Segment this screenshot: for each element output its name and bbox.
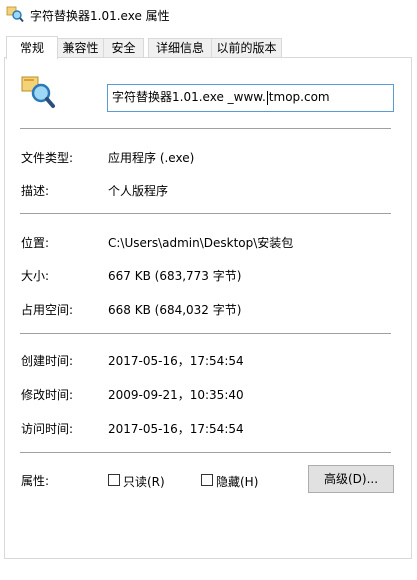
tab-compatibility[interactable]: 兼容性 [57,38,104,57]
file-name-text-start: 字符替换器1.01.exe _www. [112,90,266,104]
tab-general[interactable]: 常规 [6,36,58,59]
separator-4 [20,452,391,453]
hidden-label[interactable]: 隐藏(H) [216,473,258,490]
description-value: 个人版程序 [108,184,169,198]
size-value: 667 KB (683,773 字节) [108,269,242,283]
advanced-button[interactable]: 高级(D)... [308,465,394,493]
created-label: 创建时间: [21,354,74,368]
separator-2 [20,213,391,214]
file-name-text-end: tmop.com [268,90,330,104]
tab-strip: 常规 兼容性 安全 详细信息 以前的版本 [0,36,417,59]
tab-details[interactable]: 详细信息 [148,38,212,57]
location-label: 位置: [21,236,50,250]
size-on-disk-label: 占用空间: [21,303,74,317]
app-icon [6,6,24,23]
tab-security[interactable]: 安全 [103,38,144,57]
type-value: 应用程序 (.exe) [108,151,195,165]
hidden-checkbox[interactable] [201,474,213,486]
readonly-checkbox[interactable] [108,474,120,486]
tab-previous-versions[interactable]: 以前的版本 [211,38,282,57]
readonly-label[interactable]: 只读(R) [123,473,165,490]
location-value: C:\Users\admin\Desktop\安装包 [108,236,294,250]
title-bar: 字符替换器1.01.exe 属性 [0,0,417,30]
accessed-label: 访问时间: [21,422,74,436]
window-title: 字符替换器1.01.exe 属性 [30,9,170,23]
accessed-value: 2017-05-16，17:54:54 [108,422,244,436]
file-icon [21,76,55,108]
modified-label: 修改时间: [21,388,74,402]
size-on-disk-value: 668 KB (684,032 字节) [108,303,242,317]
modified-value: 2009-09-21，10:35:40 [108,388,244,402]
file-name-input[interactable]: 字符替换器1.01.exe _www. tmop.com [107,84,394,112]
type-label: 文件类型: [21,151,74,165]
size-label: 大小: [21,269,50,283]
text-caret [266,90,268,105]
separator-1 [20,128,391,129]
created-value: 2017-05-16，17:54:54 [108,354,244,368]
attributes-label: 属性: [21,474,50,488]
description-label: 描述: [21,184,50,198]
separator-3 [20,333,391,334]
